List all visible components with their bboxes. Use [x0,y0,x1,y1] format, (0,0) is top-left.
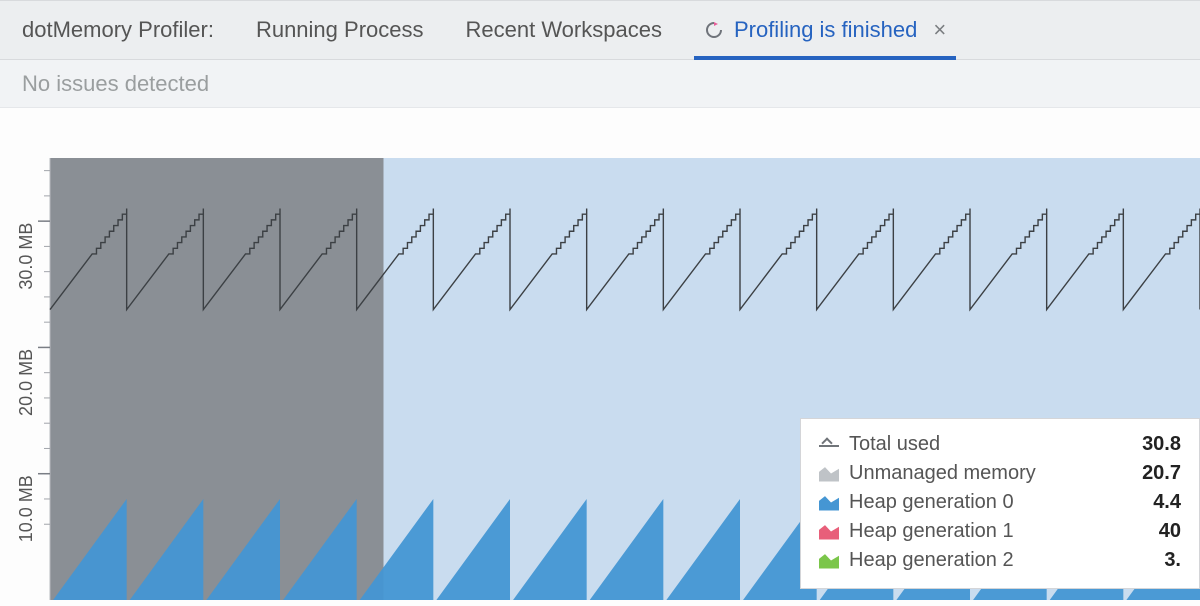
legend-tooltip: Total used 30.8 Unmanaged memory 20.7 He… [800,418,1200,589]
legend-label: Unmanaged memory [849,462,1132,485]
line-icon [819,437,839,453]
svg-text:20.0 MB: 20.0 MB [16,349,36,416]
area-icon [819,553,839,569]
tab-running-process[interactable]: Running Process [256,1,424,59]
close-icon[interactable]: × [933,17,946,43]
legend-value: 20.7 [1142,462,1181,485]
legend-row-total: Total used 30.8 [819,433,1181,456]
legend-row-heap0: Heap generation 0 4.4 [819,491,1181,514]
tab-profiling-finished[interactable]: Profiling is finished × [704,1,946,59]
tab-label: Profiling is finished [734,17,917,43]
refresh-icon [704,20,724,40]
profiler-title: dotMemory Profiler: [22,17,214,43]
status-text: No issues detected [22,71,209,97]
legend-label: Total used [849,433,1132,456]
tab-bar: dotMemory Profiler: Running Process Rece… [0,0,1200,60]
legend-value: 4.4 [1153,491,1181,514]
legend-value: 40 [1159,520,1181,543]
legend-value: 3. [1164,549,1181,572]
memory-timeline-chart[interactable]: 10.0 MB 20.0 MB 30.0 MB Total used 30.8 Un… [0,108,1200,600]
svg-text:30.0 MB: 30.0 MB [16,223,36,290]
tab-recent-workspaces[interactable]: Recent Workspaces [466,1,662,59]
legend-row-unmanaged: Unmanaged memory 20.7 [819,462,1181,485]
area-icon [819,466,839,482]
legend-value: 30.8 [1142,433,1181,456]
legend-label: Heap generation 0 [849,491,1143,514]
legend-label: Heap generation 1 [849,520,1149,543]
area-icon [819,495,839,511]
legend-label: Heap generation 2 [849,549,1154,572]
legend-row-heap2: Heap generation 2 3. [819,549,1181,572]
status-bar: No issues detected [0,60,1200,108]
legend-row-heap1: Heap generation 1 40 [819,520,1181,543]
svg-text:10.0 MB: 10.0 MB [16,475,36,542]
area-icon [819,524,839,540]
